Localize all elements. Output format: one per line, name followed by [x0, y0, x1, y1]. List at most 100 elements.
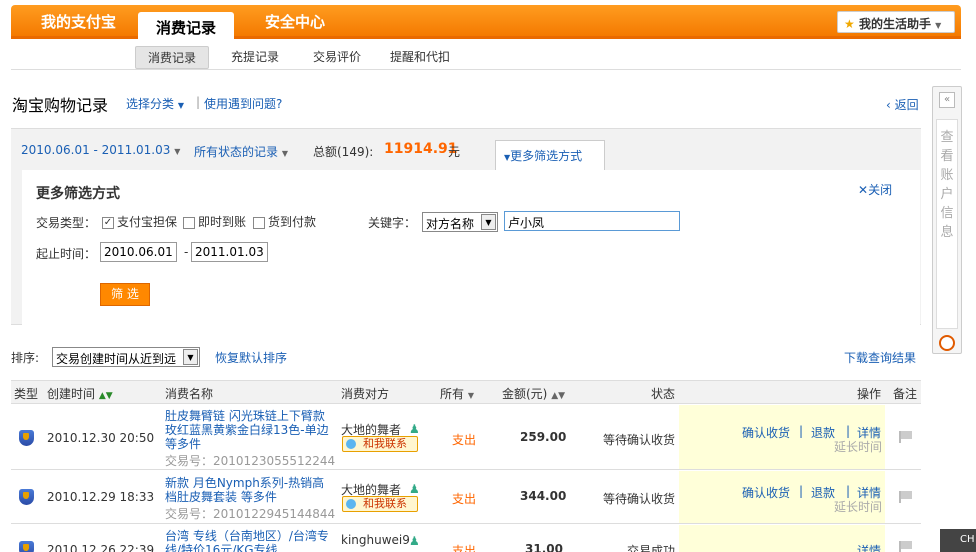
- extend-time-text[interactable]: 延长时间: [834, 438, 882, 455]
- date-separator: -: [184, 245, 189, 259]
- confirm-receipt-link[interactable]: 确认收货: [742, 424, 790, 441]
- chevron-down-icon: ▼: [935, 21, 942, 30]
- account-info-panel[interactable]: « 查看账户信息: [932, 86, 962, 354]
- life-helper-label: 我的生活助手: [858, 17, 931, 31]
- header-created[interactable]: 创建时间 ▲▼: [47, 385, 113, 402]
- type-checkbox-cod[interactable]: 货到付款: [253, 213, 316, 230]
- row-item-name[interactable]: 新款 月色Nymph系列-热销高档肚皮舞套装 等多件: [165, 476, 335, 504]
- contact-me-button[interactable]: 和我联系: [342, 496, 418, 512]
- chevron-down-icon: ▼: [183, 349, 198, 365]
- subnav-trade-review[interactable]: 交易评价: [301, 46, 373, 67]
- tab-security-center[interactable]: 安全中心: [265, 11, 325, 32]
- more-filters-panel: 更多筛选方式 ✕关闭 交易类型： ✓ 支付宝担保 即时到账 货到付款 关键字： 对…: [22, 170, 920, 325]
- end-date-input[interactable]: 2011.01.03: [191, 242, 268, 262]
- row-trade-no: 交易号：2010123055512244: [165, 454, 336, 468]
- time-range-label: 起止时间：: [36, 247, 97, 261]
- row-direction: 支出: [452, 544, 477, 552]
- extend-time-text[interactable]: 延长时间: [834, 498, 882, 515]
- trade-type-label: 交易类型：: [36, 216, 97, 230]
- close-filter-link[interactable]: ✕关闭: [858, 181, 892, 198]
- divider: |: [799, 484, 804, 498]
- refund-link[interactable]: 退款: [811, 484, 835, 501]
- chevron-left-icon: ‹: [886, 98, 891, 112]
- life-helper-button[interactable]: ★ 我的生活助手 ▼: [837, 11, 955, 33]
- filter-submit-button[interactable]: 筛 选: [100, 283, 150, 306]
- star-icon: ★: [844, 17, 855, 31]
- header-direction[interactable]: 所有 ▼: [440, 385, 474, 402]
- header-amount[interactable]: 金额(元) ▲▼: [502, 385, 565, 402]
- row-amount: 344.00: [520, 489, 567, 503]
- account-info-label[interactable]: 查看账户信息: [936, 119, 958, 329]
- row-amount: 259.00: [520, 430, 567, 444]
- divider: |: [846, 484, 851, 498]
- row-time: 2010.12.26 22:39: [47, 543, 155, 552]
- divider: |: [846, 424, 851, 438]
- detail-link[interactable]: 详情: [857, 542, 881, 552]
- total-amount: 11914.91: [384, 141, 458, 157]
- row-status: 等待确认收货: [603, 433, 676, 447]
- filter-heading: 更多筛选方式: [36, 186, 120, 202]
- header-status: 状态: [651, 387, 676, 401]
- row-item-name[interactable]: 肚皮舞臂链 闪光珠链上下臂款玫红蓝黑黄紫金白绿13色-单边等多件: [165, 409, 335, 451]
- action-column: [679, 525, 885, 552]
- status-filter-select[interactable]: 所有状态的记录 ▼: [194, 143, 288, 160]
- keyword-type-select[interactable]: 对方名称 ▼: [422, 212, 498, 232]
- refund-link[interactable]: 退款: [811, 424, 835, 441]
- contact-me-button[interactable]: 和我联系: [342, 436, 418, 452]
- row-time: 2010.12.30 20:50: [47, 431, 155, 445]
- download-results-link[interactable]: 下载查询结果: [844, 349, 916, 366]
- row-item-name[interactable]: 台湾 专线（台南地区）/台湾专线/特价16元/KG专线: [165, 529, 335, 552]
- subnav-deposit-withdraw[interactable]: 充提记录: [219, 46, 291, 67]
- currency-label: 元: [448, 145, 461, 159]
- header-name: 消费名称: [165, 387, 214, 401]
- row-time: 2010.12.29 18:33: [47, 490, 155, 504]
- more-filters-button[interactable]: ▼更多筛选方式: [495, 140, 605, 170]
- type-checkbox-escrow[interactable]: ✓ 支付宝担保: [102, 213, 177, 230]
- date-range-select[interactable]: 2010.06.01 - 2011.01.03 ▼: [21, 143, 180, 157]
- checkbox[interactable]: ✓: [102, 216, 114, 229]
- person-add-icon[interactable]: ♟: [409, 422, 420, 436]
- keyword-input[interactable]: 卢小凤: [504, 211, 680, 231]
- chevron-down-icon: ▼: [174, 147, 181, 156]
- tab-consumption-records[interactable]: 消费记录: [138, 12, 235, 42]
- row-direction: 支出: [452, 492, 477, 506]
- page-title: 淘宝购物记录: [12, 96, 109, 115]
- reset-sort-link[interactable]: 恢复默认排序: [215, 349, 287, 366]
- sort-icon: ▲▼: [551, 391, 566, 401]
- type-checkbox-instant[interactable]: 即时到账: [183, 213, 246, 230]
- row-amount: 31.00: [525, 542, 563, 552]
- select-category-link[interactable]: 选择分类 ▼: [126, 95, 184, 112]
- flag-icon[interactable]: [899, 541, 913, 552]
- person-add-icon[interactable]: ♟: [409, 482, 420, 496]
- checkbox[interactable]: [253, 216, 265, 229]
- subnav-consumption[interactable]: 消费记录: [135, 46, 210, 69]
- table-row: 2010.12.29 18:33 新款 月色Nymph系列-热销高档肚皮舞套装 …: [11, 471, 921, 524]
- help-link[interactable]: 使用遇到问题?: [204, 95, 282, 112]
- person-add-icon[interactable]: ♟: [409, 534, 420, 548]
- sub-nav: 消费记录 充提记录 交易评价 提醒和代扣: [11, 40, 961, 70]
- keyword-label: 关键字：: [368, 216, 417, 230]
- chevron-down-icon: ▼: [481, 214, 496, 230]
- row-status: 等待确认收货: [603, 492, 676, 506]
- row-status: 交易成功: [627, 544, 676, 552]
- flag-icon[interactable]: [899, 431, 913, 443]
- confirm-receipt-link[interactable]: 确认收货: [742, 484, 790, 501]
- total-label: 总额(149):: [313, 145, 374, 159]
- header-counterparty: 消费对方: [341, 387, 390, 401]
- alarm-clock-icon[interactable]: [939, 335, 955, 351]
- language-indicator[interactable]: CH: [940, 529, 976, 552]
- divider: |: [196, 95, 201, 109]
- escrow-shield-icon: [19, 430, 34, 446]
- sort-label: 排序:: [11, 351, 40, 365]
- flag-icon[interactable]: [899, 491, 913, 503]
- table-row: 2010.12.26 22:39 台湾 专线（台南地区）/台湾专线/特价16元/…: [11, 525, 921, 552]
- tab-my-alipay[interactable]: 我的支付宝: [41, 11, 116, 32]
- start-date-input[interactable]: 2010.06.01: [100, 242, 177, 262]
- sort-select[interactable]: 交易创建时间从近到远 ▼: [52, 347, 200, 367]
- subnav-reminders[interactable]: 提醒和代扣: [378, 46, 462, 67]
- header-note: 备注: [893, 387, 918, 401]
- back-link[interactable]: ‹ 返回: [886, 96, 919, 113]
- collapse-icon[interactable]: «: [939, 92, 955, 108]
- header-action: 操作: [857, 387, 882, 401]
- checkbox[interactable]: [183, 216, 195, 229]
